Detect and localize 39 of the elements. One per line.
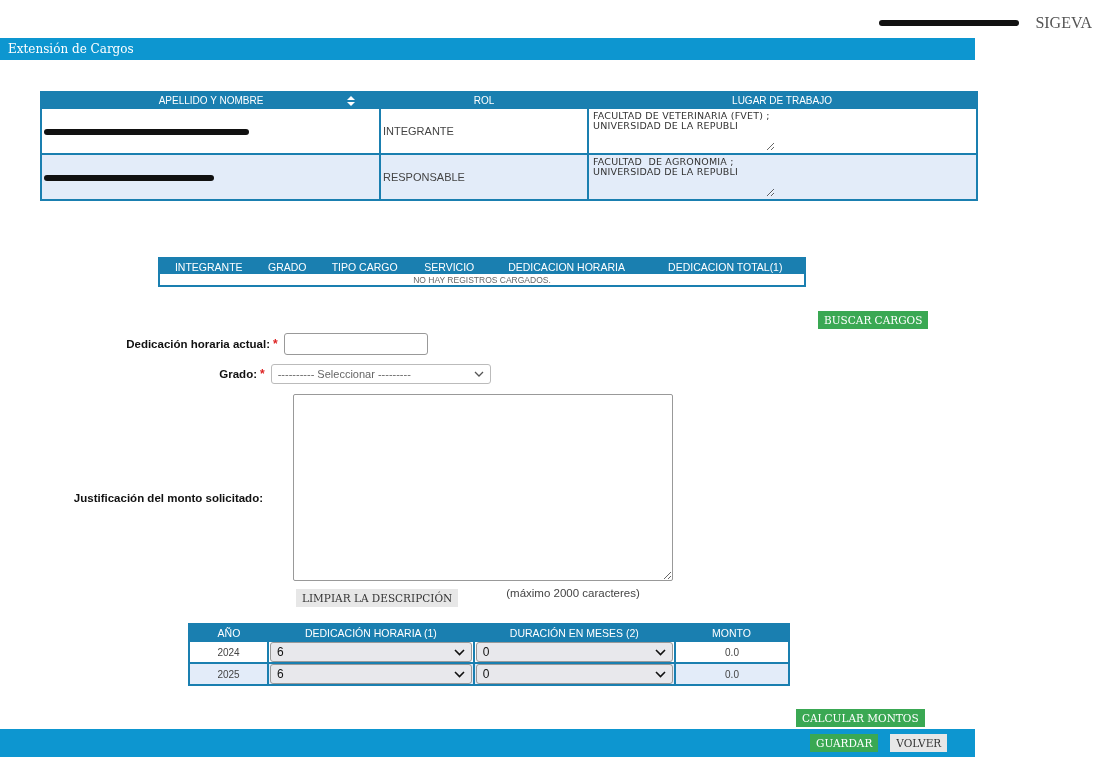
select-field[interactable]: 6 [270, 664, 472, 684]
column-header: APELLIDO Y NOMBRE [41, 92, 380, 108]
sigeva-logo: SIGEVA [1035, 14, 1092, 32]
empty-message: NO HAY REGISTROS CARGADOS. [159, 274, 805, 286]
input-field[interactable] [283, 333, 428, 355]
sort-icon[interactable] [347, 96, 355, 106]
page-title: Extensión de Cargos [7, 42, 134, 56]
table-cell: 2024 [189, 641, 268, 663]
column-header: GRADO [257, 258, 318, 274]
select-field[interactable]: 0 [475, 664, 673, 684]
column-header: DEDICACION HORARIA [486, 258, 647, 274]
workplace-field[interactable]: FACULTAD DE AGRONOMIA ; UNIVERSIDAD DE LA REPUBLI [588, 154, 977, 200]
table-cell: 0.0 [675, 641, 789, 663]
required-mark: * [260, 367, 265, 381]
column-header: INTEGRANTE [159, 258, 258, 274]
hint-text: (máximo 2000 caracteres) [506, 587, 640, 599]
table-cell: 2025 [189, 663, 268, 685]
chevron-icon [655, 670, 666, 678]
field-label: Dedicación horaria actual: [125, 338, 270, 350]
select-field[interactable]: 0 [475, 642, 673, 662]
column-header: LUGAR DE TRABAJO [588, 92, 977, 108]
clear-button[interactable]: LIMPIAR LA DESCRIPCIÓN [296, 589, 459, 607]
table-cell: INTEGRANTE [380, 108, 588, 154]
select-field[interactable]: ---------- Seleccionar --------- [270, 364, 491, 384]
chevron-icon [473, 371, 484, 377]
chevron-icon [453, 648, 465, 656]
workplace-field[interactable]: FACULTAD DE VETERINARIA (FVET) ; UNIVERSIDAD DE LA REPUBLI [588, 108, 977, 154]
column-header: ROL [380, 92, 588, 108]
column-header: TIPO CARGO [317, 258, 413, 274]
select-field[interactable]: 6 [270, 642, 472, 662]
required-mark: * [273, 337, 278, 351]
footer-button[interactable]: VOLVER [890, 734, 948, 752]
field-label: Grado: [218, 368, 257, 380]
chevron-icon [655, 648, 666, 656]
field-label: Justificación del monto solicitado: [72, 491, 263, 504]
chevron-icon [453, 670, 465, 678]
column-header: DEDICACION TOTAL(1) [646, 258, 805, 274]
column-header: SERVICIO [412, 258, 487, 274]
table-cell: RESPONSABLE [380, 154, 588, 200]
